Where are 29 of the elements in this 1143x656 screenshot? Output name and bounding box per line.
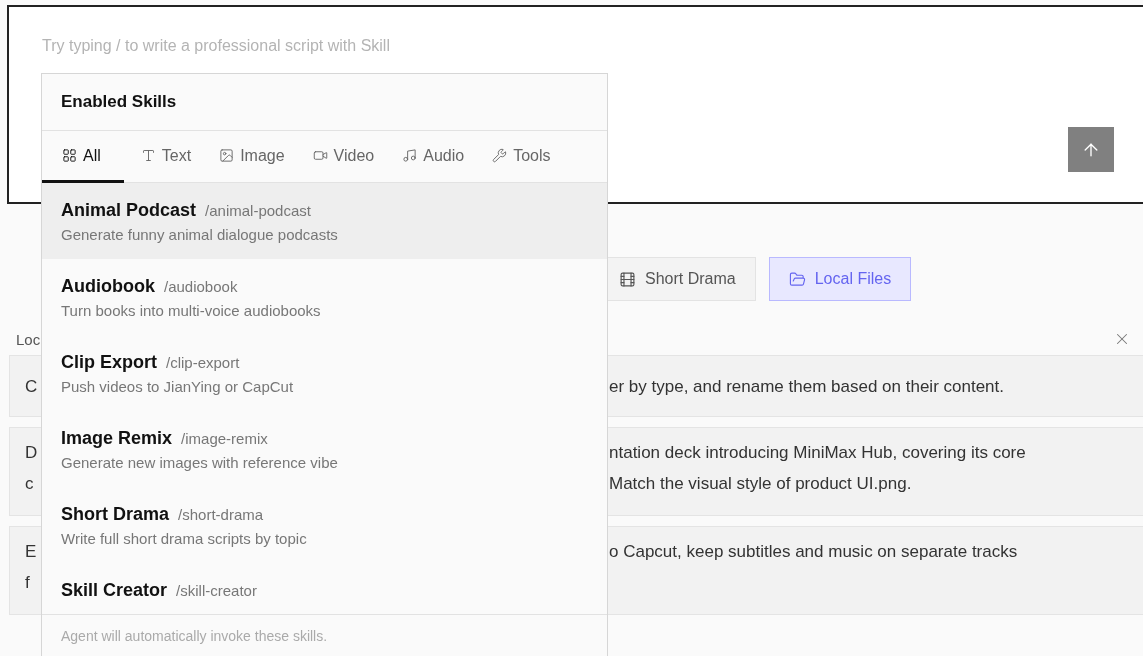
prompt-text: C — [25, 377, 38, 396]
skill-command: /skill-creator — [176, 582, 257, 599]
prompt-text: ntation deck introducing MiniMax Hub, covering its core — [609, 442, 1026, 464]
popover-title: Enabled Skills — [42, 74, 607, 131]
skill-command: /short-drama — [178, 506, 264, 523]
skill-name: Image Remix — [61, 428, 173, 449]
skill-name: Short Drama — [61, 504, 170, 525]
skill-description: Turn books into multi-voice audiobooks — [61, 302, 322, 319]
prompt-text: f — [25, 573, 30, 592]
skill-description: Generate funny animal dialogue podcasts — [61, 226, 339, 243]
popover-footer-note: Agent will automatically invoke these skills. — [60, 627, 329, 646]
prompt-text: c — [25, 474, 34, 493]
skill-command: /audiobook — [164, 278, 238, 295]
prompt-text: E — [25, 542, 37, 561]
prompt-text: Match the visual style of product UI.png. — [609, 473, 912, 495]
skill-description: Push videos to JianYing or CapCut — [61, 378, 295, 395]
section-title: Loc — [16, 330, 41, 348]
skill-command: /image-remix — [181, 430, 268, 447]
prompt-text: D — [25, 443, 38, 462]
prompt-text: o Capcut, keep subtitles and music on separate tracks — [609, 541, 1018, 563]
skill-description: Write full short drama scripts by topic — [61, 530, 308, 547]
skill-command: /animal-podcast — [205, 202, 311, 219]
skill-description: Generate new images with reference vibe — [61, 454, 339, 471]
skill-command: /clip-export — [166, 354, 240, 371]
skill-name: Animal Podcast — [61, 200, 197, 221]
skill-name: Clip Export — [61, 352, 157, 373]
skill-name: Skill Creator — [61, 580, 168, 601]
prompt-text: er by type, and rename them based on their content. — [609, 376, 1005, 398]
skill-name: Audiobook — [61, 276, 155, 297]
